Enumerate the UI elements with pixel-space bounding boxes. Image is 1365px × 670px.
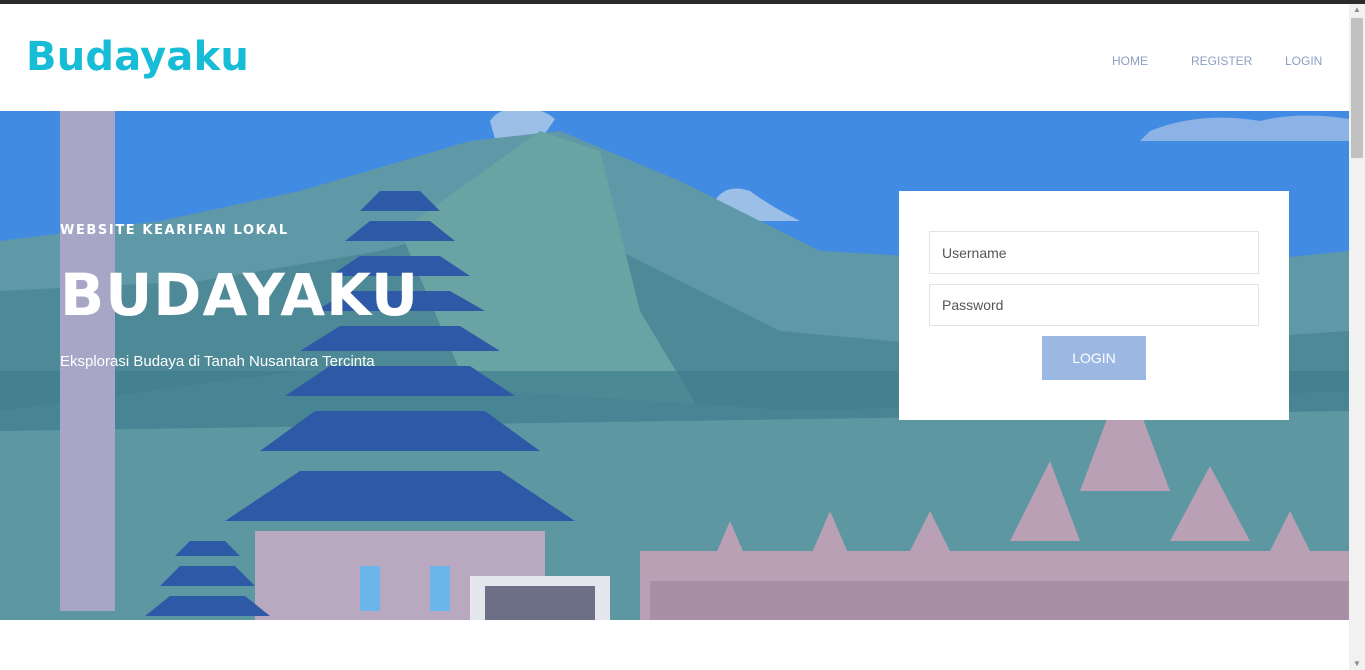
scroll-down-arrow-icon[interactable]: ▼ <box>1349 658 1365 670</box>
username-input[interactable] <box>929 231 1259 274</box>
login-card: LOGIN <box>899 191 1289 420</box>
nav-login-link[interactable]: LOGIN <box>1285 54 1322 68</box>
scrollbar-thumb[interactable] <box>1351 18 1363 158</box>
login-button[interactable]: LOGIN <box>1042 336 1146 380</box>
hero-section: WEBSITE KEARIFAN LOKAL BUDAYAKU Eksplora… <box>0 111 1349 620</box>
site-header: Budayaku HOME REGISTER LOGIN <box>0 4 1349 111</box>
vertical-scrollbar[interactable]: ▲ ▼ <box>1349 4 1365 670</box>
scroll-up-arrow-icon[interactable]: ▲ <box>1349 4 1365 16</box>
nav-register-link[interactable]: REGISTER <box>1191 54 1252 68</box>
hero-eyebrow: WEBSITE KEARIFAN LOKAL <box>60 223 289 238</box>
hero-title: BUDAYAKU <box>60 261 420 329</box>
hero-subtitle: Eksplorasi Budaya di Tanah Nusantara Ter… <box>60 353 375 370</box>
brand-logo[interactable]: Budayaku <box>26 34 249 80</box>
password-input[interactable] <box>929 284 1259 326</box>
nav-home-link[interactable]: HOME <box>1112 54 1148 68</box>
